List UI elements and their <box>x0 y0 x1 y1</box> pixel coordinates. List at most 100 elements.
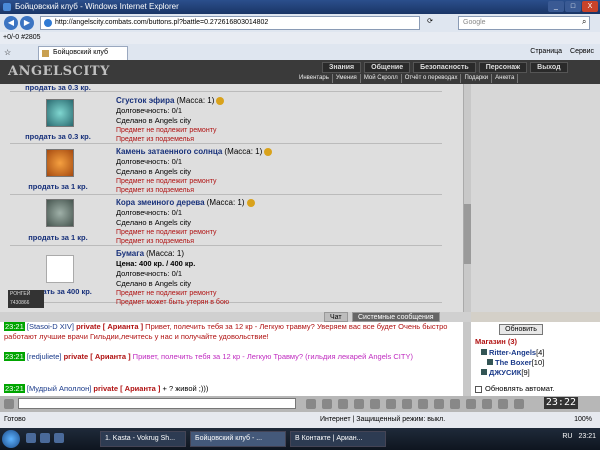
auto-refresh[interactable]: Обновлять автомат. <box>475 384 554 393</box>
ether-clot-image[interactable] <box>46 99 74 127</box>
item-details: Камень затаенного солнца (Масса: 1) Долг… <box>116 147 436 195</box>
task-item[interactable]: Бойцовский клуб - ... <box>190 431 286 447</box>
chat-time: 23:21 <box>4 384 25 393</box>
mute-icon[interactable] <box>402 399 412 409</box>
sell-link[interactable]: продать за 1 кр. <box>10 182 106 191</box>
translit-icon[interactable] <box>370 399 380 409</box>
item-name[interactable]: Бумага <box>116 249 144 258</box>
submenu-skills[interactable]: Умения <box>333 74 361 83</box>
minimize-button[interactable]: _ <box>548 1 564 12</box>
menu-character[interactable]: Персонаж <box>478 62 528 73</box>
status-bar: Готово Интернет | Защищенный режим: выкл… <box>0 412 600 428</box>
scrollbar-thumb[interactable] <box>464 204 471 264</box>
paper-image[interactable] <box>46 255 74 283</box>
menu-knowledge[interactable]: Знания <box>322 62 362 73</box>
start-button[interactable] <box>2 430 20 448</box>
exit-chat-icon[interactable] <box>514 399 524 409</box>
address-input[interactable]: http://angelscity.combats.com/buttons.pl… <box>40 16 420 30</box>
chat-nick[interactable]: [Stasoi-D XIV] <box>27 322 74 331</box>
security-zone: Интернет | Защищенный режим: выкл. <box>320 416 446 423</box>
shop-user[interactable]: ДЖУСИК[9] <box>481 368 530 377</box>
user-level: [9] <box>521 368 530 377</box>
auto-refresh-checkbox[interactable] <box>475 385 482 393</box>
chat-nick[interactable]: [redjuliete] <box>27 352 62 361</box>
chat-nick[interactable]: [Мудрый Аполлон] <box>27 384 91 393</box>
show-desktop-icon[interactable] <box>26 433 36 443</box>
submenu-transfers[interactable]: Отчёт о переводах <box>402 74 462 83</box>
item-name[interactable]: Кора змеиного дерева <box>116 198 205 207</box>
chat-input[interactable] <box>18 398 296 409</box>
zoom-level[interactable]: 100% <box>574 412 592 428</box>
submenu-scroll[interactable]: Мой Скролл <box>361 74 402 83</box>
info-icon[interactable] <box>246 199 255 208</box>
refresh-icon[interactable]: ⟳ <box>424 17 436 29</box>
font-icon[interactable] <box>498 399 508 409</box>
emoji-icon[interactable] <box>434 399 444 409</box>
sound-icon[interactable] <box>418 399 428 409</box>
shop-user[interactable]: Ritter-Angels[4] <box>481 348 544 357</box>
ie-quicklaunch-icon[interactable] <box>40 433 50 443</box>
submenu-profile[interactable]: Анкета <box>492 74 519 83</box>
chat-private[interactable]: private [ Арианта ] <box>93 384 160 393</box>
info-icon[interactable] <box>216 97 225 106</box>
shop-user[interactable]: The Boxer[10] <box>487 358 544 367</box>
item-name[interactable]: Сгусток эфира <box>116 96 174 105</box>
menu-exit[interactable]: Выход <box>530 62 568 73</box>
hidden-sun-stone-image[interactable] <box>46 149 74 177</box>
tab-bar: ☆ Бойцовский клуб Страница Сервис <box>0 44 600 60</box>
refresh-button[interactable]: Обновить <box>499 324 543 335</box>
submenu-inventory[interactable]: Инвентарь <box>296 74 333 83</box>
chat-private[interactable]: private [ Арианта ] <box>64 352 131 361</box>
language-indicator[interactable]: RU <box>562 433 572 440</box>
search-icon[interactable]: ⌕ <box>582 17 586 27</box>
user-name[interactable]: Ritter-Angels <box>489 348 536 357</box>
snake-tree-bark-image[interactable] <box>46 199 74 227</box>
shop-title: Магазин (3) <box>475 337 518 346</box>
task-item[interactable]: 1. Kasta - Vokrug Sh... <box>100 431 186 447</box>
private-icon[interactable] <box>386 399 396 409</box>
chat-private[interactable]: private [ Арианта ] <box>76 322 143 331</box>
content-scrollbar[interactable] <box>463 84 471 312</box>
chat-settings-icon[interactable] <box>4 399 14 409</box>
window-controls: _ □ X <box>548 1 598 12</box>
scroll-icon[interactable] <box>482 399 492 409</box>
tray-clock[interactable]: 23:21 <box>578 433 596 440</box>
chat-message: 23:21 [Stasoi-D XIV] private [ Арианта ]… <box>4 322 459 342</box>
chat-log-icon[interactable] <box>450 399 460 409</box>
info-icon[interactable] <box>264 148 273 157</box>
send-icon[interactable] <box>306 399 316 409</box>
tab-system-messages[interactable]: Системные сообщения <box>352 312 440 322</box>
tab-chat[interactable]: Чат <box>324 312 348 322</box>
smile-icon[interactable] <box>322 399 332 409</box>
clear-icon[interactable] <box>338 399 348 409</box>
chat-text: Привет, полечить тебя за 12 кр - Легкую … <box>132 352 304 361</box>
search-input[interactable]: Google <box>458 16 590 30</box>
filter-icon[interactable] <box>354 399 364 409</box>
switch-windows-icon[interactable] <box>54 433 64 443</box>
item-name[interactable]: Камень затаенного солнца <box>116 147 222 156</box>
chat-log: 23:21 [Stasoi-D XIV] private [ Арианта ]… <box>0 322 463 396</box>
user-name[interactable]: The Boxer <box>495 358 532 367</box>
item-mass: (Масса: 1) <box>224 147 263 156</box>
forward-icon[interactable]: ▶ <box>20 16 34 30</box>
chat-text: + ? живой ;))) <box>162 384 209 393</box>
item-note: Предмет не подлежит ремонту <box>116 229 217 236</box>
tab-main[interactable]: Бойцовский клуб <box>38 46 128 60</box>
counter-badge[interactable]: РОНГЕЙ 7430866 <box>8 290 44 308</box>
tools-menu[interactable]: Сервис <box>570 46 594 58</box>
sell-link[interactable]: продать за 0.3 кр. <box>10 132 106 141</box>
maximize-button[interactable]: □ <box>565 1 581 12</box>
menu-chat[interactable]: Общение <box>364 62 411 73</box>
sell-link[interactable]: продать за 0.3 кр. <box>10 84 106 92</box>
user-name[interactable]: ДЖУСИК <box>489 368 521 377</box>
chat-scrollbar[interactable] <box>463 322 471 396</box>
menu-security[interactable]: Безопасность <box>413 62 476 73</box>
page-menu[interactable]: Страница <box>530 46 562 58</box>
sell-link[interactable]: продать за 1 кр. <box>10 233 106 242</box>
submenu-gifts[interactable]: Подарки <box>461 74 493 83</box>
back-icon[interactable]: ◀ <box>4 16 18 30</box>
hide-icon[interactable] <box>466 399 476 409</box>
task-item[interactable]: В Контакте | Ариан... <box>290 431 386 447</box>
close-button[interactable]: X <box>582 1 598 12</box>
favorites-star-icon[interactable]: ☆ <box>4 48 11 57</box>
